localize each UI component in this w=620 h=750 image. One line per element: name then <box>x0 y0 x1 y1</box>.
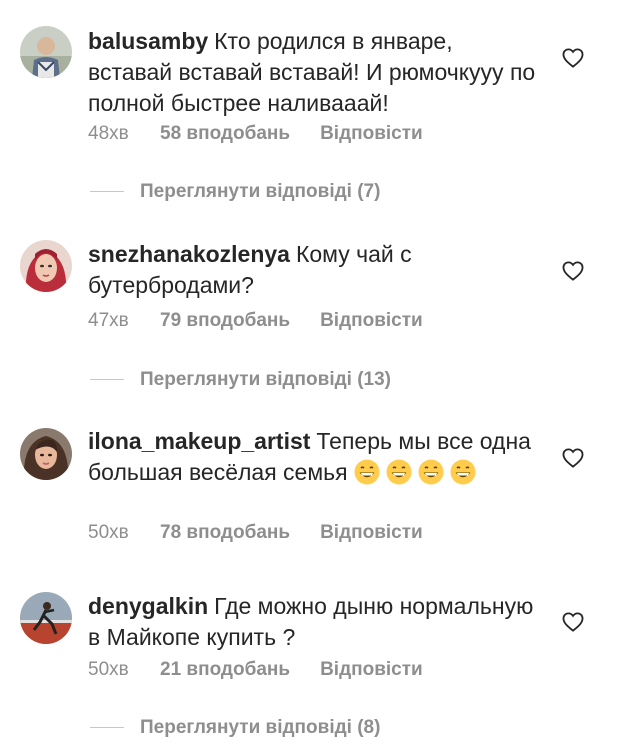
comment-username[interactable]: snezhanakozlenya <box>88 241 290 267</box>
heart-outline-icon[interactable] <box>562 261 584 281</box>
comment-body: balusamby Кто родился в январе, вставай в… <box>88 26 543 119</box>
comment-meta: 50хв 21 вподобань Відповісти <box>88 659 423 681</box>
grinning-face-emoji <box>386 459 412 485</box>
avatar[interactable] <box>20 240 72 292</box>
avatar[interactable] <box>20 428 72 480</box>
comment-time: 47хв <box>88 310 129 331</box>
grinning-face-emoji <box>450 459 476 485</box>
avatar[interactable] <box>20 26 72 78</box>
comment-meta: 48хв 58 вподобань Відповісти <box>88 123 423 145</box>
view-replies-label: Переглянути відповіді (13) <box>140 369 391 390</box>
view-replies-link[interactable]: Переглянути відповіді (8) <box>90 717 380 739</box>
heart-outline-icon[interactable] <box>562 48 584 68</box>
replies-divider <box>90 191 124 193</box>
view-replies-link[interactable]: Переглянути відповіді (13) <box>90 369 391 391</box>
comment-likes[interactable]: 21 вподобань <box>160 659 290 681</box>
reply-button[interactable]: Відповісти <box>320 659 423 681</box>
comment-likes[interactable]: 78 вподобань <box>160 522 290 544</box>
comment-meta: 47хв 79 вподобань Відповісти <box>88 310 423 332</box>
comment-body: denygalkin Где можно дыню нормальную в Ма… <box>88 591 543 653</box>
reply-button[interactable]: Відповісти <box>320 310 423 332</box>
comment-time: 50хв <box>88 659 129 680</box>
comment-time: 48хв <box>88 123 129 144</box>
comment-username[interactable]: denygalkin <box>88 593 208 619</box>
grinning-face-emoji <box>418 459 444 485</box>
reply-button[interactable]: Відповісти <box>320 522 423 544</box>
replies-divider <box>90 727 124 729</box>
replies-divider <box>90 379 124 381</box>
view-replies-link[interactable]: Переглянути відповіді (7) <box>90 181 380 203</box>
comment-time: 50хв <box>88 522 129 543</box>
view-replies-label: Переглянути відповіді (7) <box>140 181 381 202</box>
reply-button[interactable]: Відповісти <box>320 123 423 145</box>
heart-outline-icon[interactable] <box>562 448 584 468</box>
comment-meta: 50хв 78 вподобань Відповісти <box>88 522 423 544</box>
comment-body: ilona_makeup_artist Теперь мы все одна бо… <box>88 426 543 488</box>
comment-username[interactable]: ilona_makeup_artist <box>88 428 310 454</box>
comment-likes[interactable]: 58 вподобань <box>160 123 290 145</box>
grinning-face-emoji <box>354 459 380 485</box>
view-replies-label: Переглянути відповіді (8) <box>140 717 381 738</box>
comment-likes[interactable]: 79 вподобань <box>160 310 290 332</box>
comment-body: snezhanakozlenya Кому чай с бутербродами? <box>88 239 543 301</box>
comment-username[interactable]: balusamby <box>88 28 208 54</box>
avatar[interactable] <box>20 592 72 644</box>
heart-outline-icon[interactable] <box>562 612 584 632</box>
